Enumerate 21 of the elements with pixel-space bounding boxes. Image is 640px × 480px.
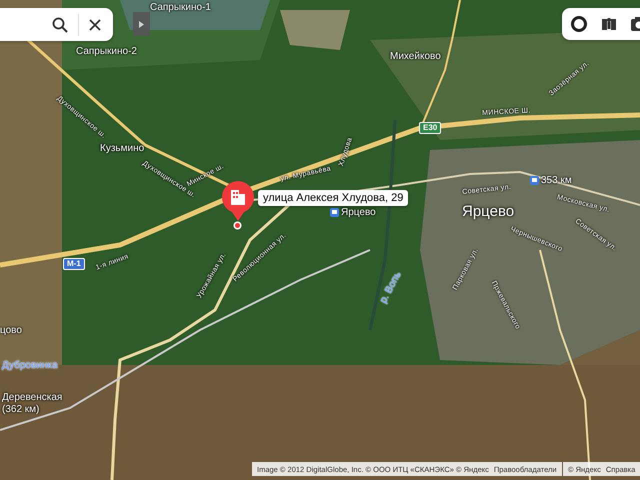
search-field[interactable] bbox=[0, 8, 113, 41]
station-icon bbox=[530, 176, 539, 185]
triangle-icon bbox=[139, 20, 144, 28]
place-label: Кузьмино bbox=[100, 143, 144, 154]
place-label: Деревенская bbox=[2, 392, 62, 403]
place-label: Сапрыкино-2 bbox=[76, 46, 137, 57]
place-label: (362 км) bbox=[2, 404, 40, 415]
station-icon bbox=[330, 208, 339, 217]
place-label: Сапрыкино-1 bbox=[150, 2, 211, 13]
town-label: Ярцево bbox=[462, 204, 514, 220]
station-label: Ярцево bbox=[341, 207, 376, 218]
location-pin-icon[interactable] bbox=[221, 181, 255, 221]
collapse-button[interactable] bbox=[133, 12, 150, 36]
place-label: Михейково bbox=[390, 51, 441, 62]
address-label: улица Алексея Хлудова, 29 bbox=[258, 190, 408, 206]
water-label: Дубровинка bbox=[2, 360, 58, 371]
point-icon bbox=[233, 221, 242, 230]
road-number-label: M-1 bbox=[63, 258, 85, 270]
water-label: р. Вопь bbox=[378, 270, 404, 306]
place-label: цово bbox=[0, 325, 22, 336]
road-number-label: E30 bbox=[419, 122, 442, 134]
